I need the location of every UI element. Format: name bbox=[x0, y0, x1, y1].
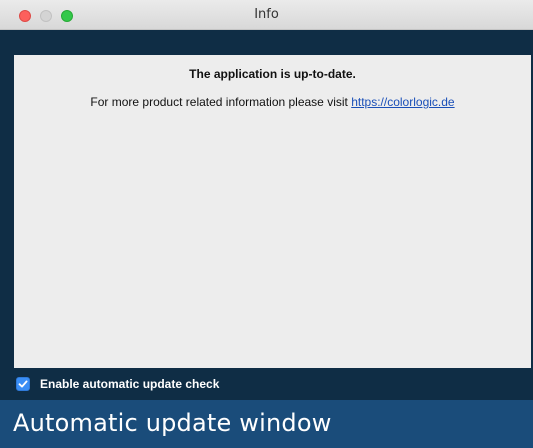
caption-bar: Automatic update window bbox=[0, 400, 533, 448]
content-panel: The application is up-to-date. For more … bbox=[14, 55, 531, 368]
frame-left-border bbox=[0, 55, 14, 368]
title-bar[interactable]: Info bbox=[0, 0, 533, 30]
checkmark-icon bbox=[18, 380, 28, 388]
window-title: Info bbox=[254, 7, 279, 22]
caption-text: Automatic update window bbox=[13, 409, 332, 437]
product-link[interactable]: https://colorlogic.de bbox=[351, 95, 454, 109]
info-text: For more product related information ple… bbox=[90, 95, 352, 109]
auto-update-checkbox[interactable] bbox=[16, 377, 30, 391]
auto-update-label[interactable]: Enable automatic update check bbox=[40, 377, 219, 391]
header-band bbox=[0, 30, 533, 55]
info-window: Info The application is up-to-date. For … bbox=[0, 0, 533, 400]
info-line: For more product related information ple… bbox=[14, 95, 531, 109]
status-headline: The application is up-to-date. bbox=[189, 67, 356, 81]
footer-band: Enable automatic update check bbox=[0, 368, 533, 400]
